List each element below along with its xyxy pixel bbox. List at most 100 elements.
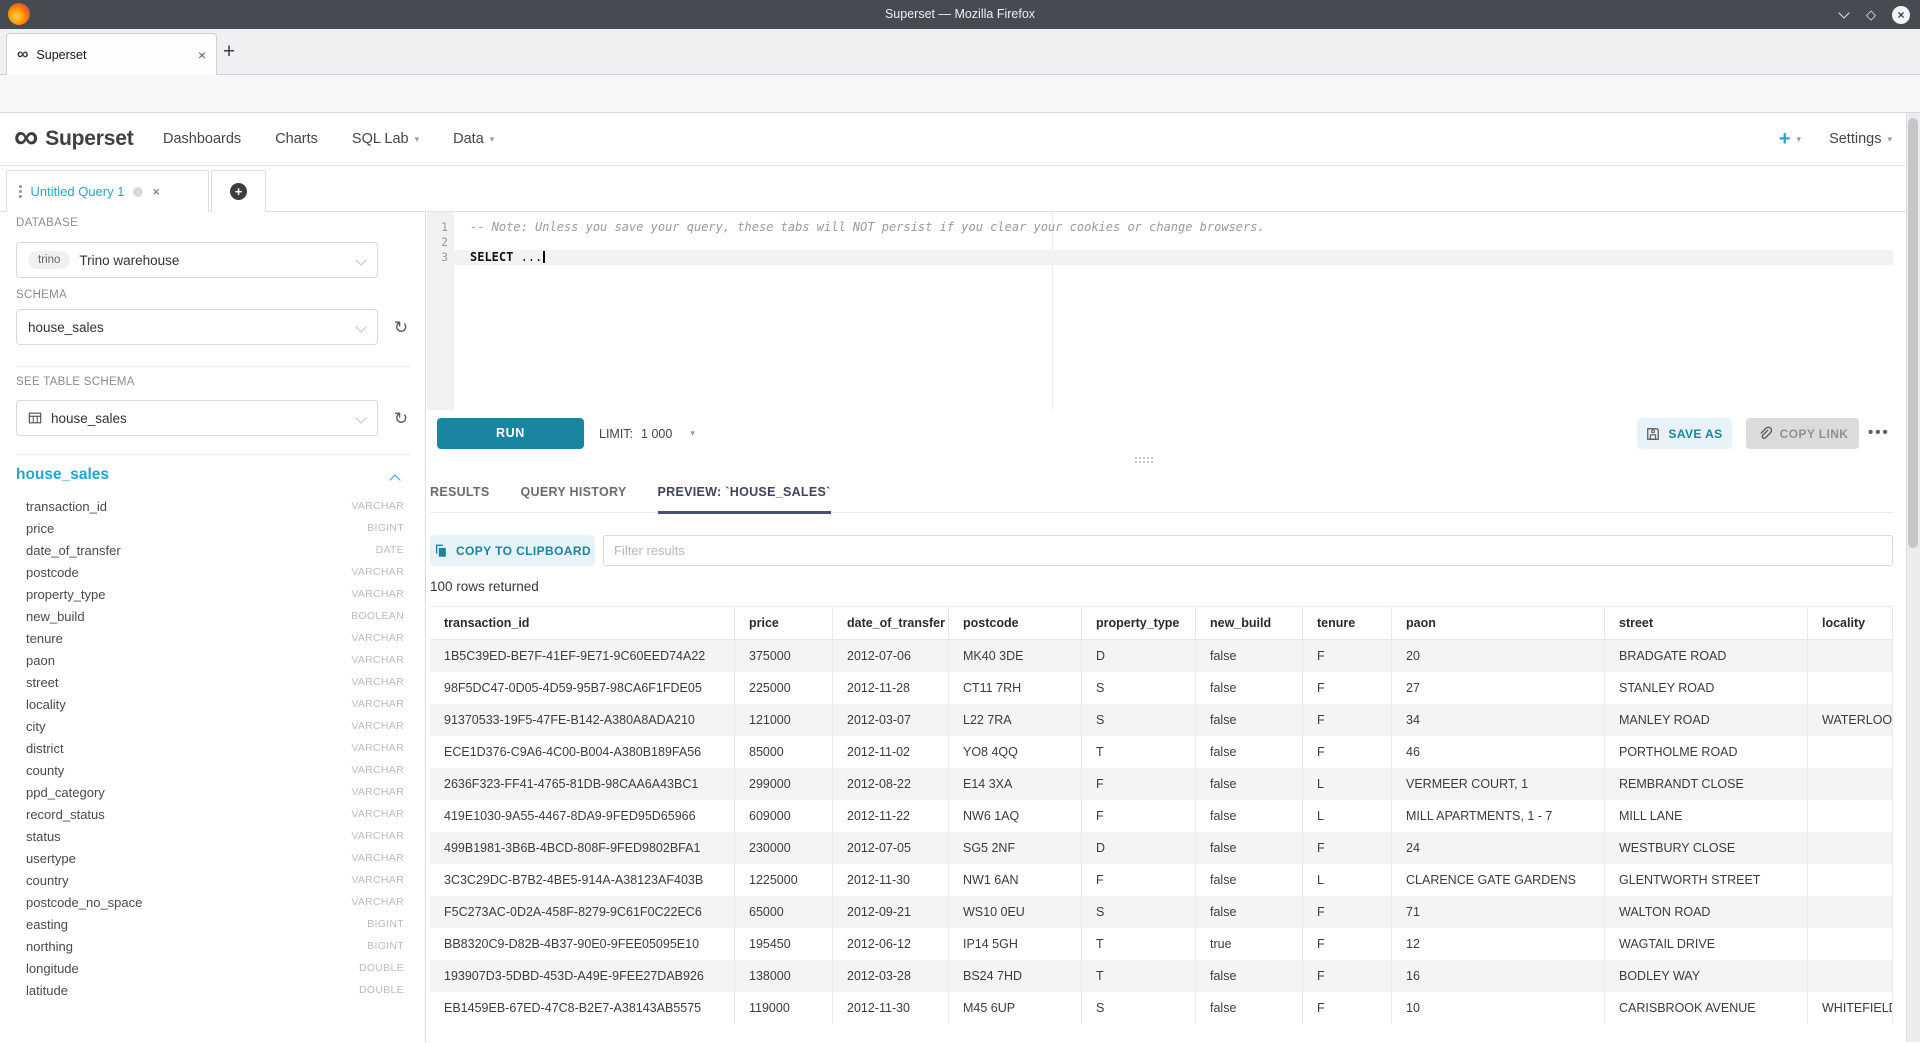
column-type: VARCHAR <box>351 852 404 864</box>
limit-dropdown[interactable]: LIMIT: 1 000 ▾ <box>599 418 695 449</box>
table-cell: BB8320C9-D82B-4B37-90E0-9FEE05095E10 <box>430 928 735 960</box>
more-options-button[interactable]: ••• <box>1868 418 1890 449</box>
tab-results[interactable]: RESULTS <box>430 477 490 513</box>
table-cell: 65000 <box>735 896 833 928</box>
table-cell: false <box>1196 800 1303 832</box>
column-name: district <box>26 741 351 756</box>
query-tab[interactable]: Untitled Query 1 × <box>6 170 209 212</box>
column-header[interactable]: date_of_transfer <box>833 607 949 639</box>
sql-statement-line[interactable]: SELECT ... <box>470 250 545 265</box>
query-state-indicator <box>133 187 143 197</box>
table-cell: WESTBURY CLOSE <box>1605 832 1808 864</box>
chevron-down-icon <box>357 256 366 265</box>
table-row: 193907D3-5DBD-453D-A49E-9FEE27DAB9261380… <box>430 960 1893 992</box>
copy-to-clipboard-button[interactable]: COPY TO CLIPBOARD <box>430 535 595 566</box>
column-header[interactable]: new_build <box>1196 607 1303 639</box>
table-cell: ECE1D376-C9A6-4C00-B004-A380B189FA56 <box>430 736 735 768</box>
window-maximize-icon[interactable]: ◇ <box>1866 0 1876 29</box>
nav-item-dashboards[interactable]: Dashboards <box>163 131 241 147</box>
schema-column: countryVARCHAR <box>0 869 426 891</box>
refresh-schema-icon[interactable]: ↻ <box>391 318 411 338</box>
add-new-button[interactable]: +▾ <box>1779 128 1801 151</box>
column-type: VARCHAR <box>351 808 404 820</box>
table-cell: F <box>1082 768 1196 800</box>
table-cell: SG5 2NF <box>949 832 1082 864</box>
table-cell <box>1808 768 1893 800</box>
table-cell: PORTHOLME ROAD <box>1605 736 1808 768</box>
divider <box>16 454 410 455</box>
table-cell: 98F5DC47-0D05-4D59-95B7-98CA6F1FDE05 <box>430 672 735 704</box>
table-cell: F <box>1303 992 1392 1024</box>
browser-tab[interactable]: ∞ Superset × <box>6 33 217 75</box>
column-type: VARCHAR <box>351 764 404 776</box>
add-query-tab[interactable]: + <box>211 170 266 212</box>
table-cell: D <box>1082 832 1196 864</box>
schema-column: statusVARCHAR <box>0 825 426 847</box>
column-type: VARCHAR <box>351 676 404 688</box>
tab-query-history[interactable]: QUERY HISTORY <box>521 477 627 513</box>
table-cell: 85000 <box>735 736 833 768</box>
column-header[interactable]: tenure <box>1303 607 1392 639</box>
query-tab-close-icon[interactable]: × <box>152 184 160 199</box>
schema-column: northingBIGINT <box>0 935 426 957</box>
database-select[interactable]: trino Trino warehouse <box>16 242 378 278</box>
column-header[interactable]: paon <box>1392 607 1605 639</box>
tab-preview-house-sales[interactable]: PREVIEW: `HOUSE_SALES` <box>658 477 831 513</box>
column-type: VARCHAR <box>351 742 404 754</box>
column-type: VARCHAR <box>351 698 404 710</box>
superset-brand[interactable]: ∞ Superset <box>14 113 134 165</box>
save-as-button[interactable]: SAVE AS <box>1637 418 1732 449</box>
table-cell: 2012-11-02 <box>833 736 949 768</box>
table-cell: 299000 <box>735 768 833 800</box>
column-name: new_build <box>26 609 351 624</box>
nav-item-charts[interactable]: Charts <box>275 131 318 147</box>
nav-item-data[interactable]: Data▾ <box>453 131 494 147</box>
filter-results-input[interactable] <box>603 535 1893 566</box>
column-header[interactable]: transaction_id <box>430 607 735 639</box>
new-tab-button[interactable]: + <box>219 41 239 63</box>
column-type: VARCHAR <box>351 786 404 798</box>
table-cell: 2012-08-22 <box>833 768 949 800</box>
table-cell: false <box>1196 736 1303 768</box>
table-cell: false <box>1196 640 1303 672</box>
table-row: BB8320C9-D82B-4B37-90E0-9FEE05095E101954… <box>430 928 1893 960</box>
pane-resize-handle[interactable] <box>1135 457 1155 465</box>
table-select[interactable]: house_sales <box>16 400 378 436</box>
page-scrollbar-thumb[interactable] <box>1908 118 1918 548</box>
column-header[interactable]: locality <box>1808 607 1893 639</box>
refresh-table-icon[interactable]: ↻ <box>391 409 411 429</box>
schema-column: cityVARCHAR <box>0 715 426 737</box>
column-header[interactable]: street <box>1605 607 1808 639</box>
column-header[interactable]: property_type <box>1082 607 1196 639</box>
nav-menu: Dashboards Charts SQL Lab▾ Data▾ <box>163 113 494 165</box>
nav-item-sql-lab[interactable]: SQL Lab▾ <box>352 131 419 147</box>
table-cell: WAGTAIL DRIVE <box>1605 928 1808 960</box>
column-type: VARCHAR <box>351 720 404 732</box>
tab-close-icon[interactable]: × <box>198 48 206 62</box>
table-row: 419E1030-9A55-4467-8DA9-9FED95D659666090… <box>430 800 1893 832</box>
settings-menu[interactable]: Settings▾ <box>1829 131 1892 147</box>
drag-handle-icon[interactable] <box>19 185 22 198</box>
column-name: paon <box>26 653 351 668</box>
table-schema-title[interactable]: house_sales <box>16 466 109 484</box>
column-header[interactable]: price <box>735 607 833 639</box>
see-table-schema-label: SEE TABLE SCHEMA <box>16 376 135 388</box>
run-button[interactable]: RUN <box>437 418 584 449</box>
table-cell: WATERLOO <box>1808 704 1893 736</box>
window-minimize-icon[interactable] <box>1839 9 1850 20</box>
column-header[interactable]: postcode <box>949 607 1082 639</box>
table-cell: 2012-07-06 <box>833 640 949 672</box>
schema-select[interactable]: house_sales <box>16 309 378 345</box>
table-row: 2636F323-FF41-4765-81DB-98CAA6A43BC12990… <box>430 768 1893 800</box>
copy-link-button[interactable]: COPY LINK <box>1746 418 1859 449</box>
schema-columns: transaction_idVARCHARpriceBIGINTdate_of_… <box>0 495 426 1001</box>
chevron-up-icon[interactable] <box>391 474 401 484</box>
table-cell: 20 <box>1392 640 1605 672</box>
sql-comment-line[interactable]: -- Note: Unless you save your query, the… <box>470 220 1265 235</box>
table-row: 98F5DC47-0D05-4D59-95B7-98CA6F1FDE052250… <box>430 672 1893 704</box>
window-close-icon[interactable]: × <box>1892 6 1910 24</box>
browser-tab-strip: ∞ Superset × <box>0 29 1920 75</box>
table-cell: T <box>1082 928 1196 960</box>
table-cell <box>1808 640 1893 672</box>
table-cell: false <box>1196 992 1303 1024</box>
